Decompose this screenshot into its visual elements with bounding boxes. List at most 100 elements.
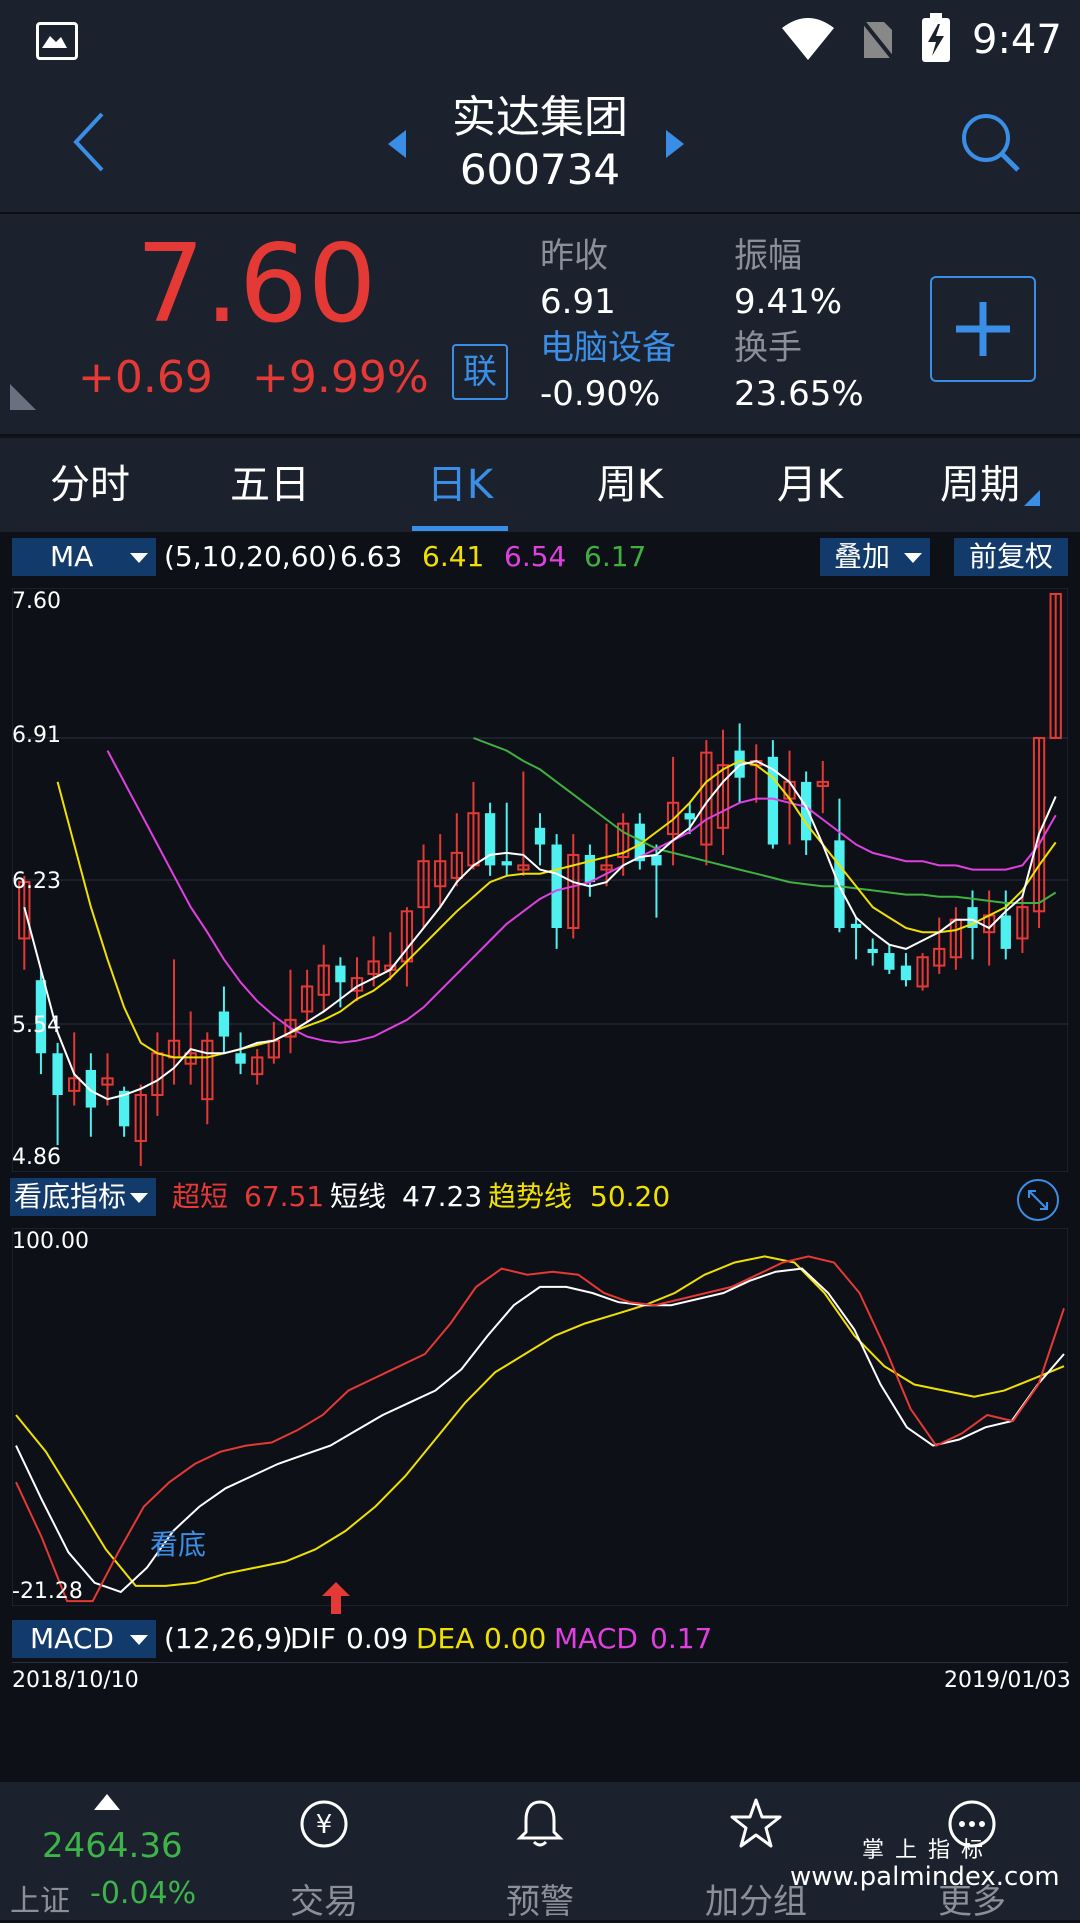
candle-body <box>884 953 895 970</box>
candle-body <box>218 1011 230 1037</box>
ma60-value: 6.17 <box>584 540 647 573</box>
back-icon[interactable] <box>70 110 110 174</box>
osc-axis-bottom: -21.28 <box>12 1579 83 1604</box>
turnover-value: 23.65% <box>734 374 864 414</box>
candle-body <box>235 1053 246 1064</box>
candle-body <box>584 854 596 883</box>
short-label: 短线 <box>330 1180 387 1213</box>
ma5-value: 6.63 <box>340 540 403 573</box>
price-change-pct: +9.99% <box>252 352 429 403</box>
prev-close-value: 6.91 <box>540 282 616 322</box>
sub-indicator-label: 看底指标 <box>14 1180 127 1213</box>
sub-indicator-selector[interactable]: 看底指标 <box>10 1178 156 1216</box>
active-tab-indicator <box>412 526 508 531</box>
candle-body <box>85 1069 97 1108</box>
gallery-notification-icon <box>36 22 78 60</box>
price-axis-l2: 6.23 <box>12 869 61 894</box>
link-badge[interactable]: 联 <box>452 344 508 400</box>
corner-expand-icon[interactable] <box>10 384 36 410</box>
candle-body <box>551 844 562 929</box>
candle-body <box>501 861 512 866</box>
ma10-value: 6.41 <box>422 540 485 573</box>
tab-intraday[interactable]: 分时 <box>30 438 150 532</box>
prev-stock-icon[interactable] <box>388 130 408 158</box>
watermark-line2: www.palmindex.com <box>790 1862 1060 1892</box>
star-icon <box>730 1798 782 1848</box>
svg-text:¥: ¥ <box>316 1810 333 1840</box>
macd-selector-label: MACD <box>30 1622 114 1655</box>
short-value: 47.23 <box>402 1180 483 1213</box>
macd-selector[interactable]: MACD <box>12 1620 156 1658</box>
tab-monthly-k[interactable]: 月K <box>750 438 870 532</box>
ma-params: (5,10,20,60) <box>164 540 338 573</box>
buy-arrow-icon <box>322 1582 350 1614</box>
yen-exchange-icon: ¥ <box>300 1800 348 1848</box>
trend-label: 趋势线 <box>488 1180 573 1213</box>
nav-add-group[interactable]: 加分组 <box>666 1782 846 1922</box>
ma-selector-label: MA <box>50 540 94 573</box>
macd-params: (12,26,9) <box>164 1622 293 1655</box>
candle-body <box>52 1053 63 1096</box>
period-dropdown-icon <box>1024 490 1040 506</box>
add-watchlist-button[interactable] <box>930 276 1036 382</box>
turnover-label: 换手 <box>734 328 802 368</box>
search-icon[interactable] <box>958 110 1022 174</box>
price-axis-top: 7.60 <box>12 589 61 614</box>
candle-body <box>1000 915 1011 949</box>
nav-trade[interactable]: ¥ 交易 <box>234 1782 414 1922</box>
dea-value: 0.00 <box>484 1622 547 1655</box>
bell-icon <box>516 1800 564 1847</box>
macd-label: MACD <box>554 1622 638 1655</box>
tab-period[interactable]: 周期 <box>920 438 1040 532</box>
dif-label: DIF <box>290 1622 336 1655</box>
price-axis-l3: 5.54 <box>12 1013 61 1038</box>
tab-weekly-k[interactable]: 周K <box>570 438 690 532</box>
trend-value: 50.20 <box>590 1180 671 1213</box>
chevron-down-icon <box>130 1193 148 1203</box>
index-change: -0.04% <box>90 1876 197 1911</box>
quote-panel: 7.60 +0.69 +9.99% 联 昨收 6.91 电脑设备 -0.90% … <box>0 214 1080 434</box>
candle-body <box>801 781 812 841</box>
battery-charging-icon <box>922 13 950 62</box>
price-change: +0.69 <box>78 352 213 403</box>
candle-body <box>867 948 878 954</box>
overlay-button[interactable]: 叠加 <box>820 538 930 576</box>
overlay-button-label: 叠加 <box>834 540 891 573</box>
candle-body <box>850 923 862 929</box>
stock-name: 实达集团 <box>452 92 628 143</box>
period-tabs: 分时 五日 日K 周K 月K 周期 <box>0 436 1080 532</box>
expand-icon[interactable] <box>1016 1178 1060 1222</box>
chevron-down-icon <box>130 1635 148 1645</box>
bottom-nav: 2464.36 上证 -0.04% ¥ 交易 预警 加分组 更多 掌 上 指 标… <box>0 1782 1080 1922</box>
tab-daily-k[interactable]: 日K <box>400 438 520 532</box>
adjust-button[interactable]: 前复权 <box>954 538 1068 576</box>
nav-alert[interactable]: 预警 <box>450 1782 630 1922</box>
candlestick-chart[interactable] <box>12 588 1068 1172</box>
ma20-line <box>106 750 1057 1044</box>
watermark-line1: 掌 上 指 标 <box>862 1838 985 1863</box>
price-axis-l1: 6.91 <box>12 723 61 748</box>
caret-up-icon <box>94 1794 120 1810</box>
macd-panel-divider <box>12 1662 1068 1663</box>
ma-selector[interactable]: MA <box>12 538 156 576</box>
wifi-icon <box>782 18 834 60</box>
next-stock-icon[interactable] <box>664 130 684 158</box>
dif-value: 0.09 <box>346 1622 409 1655</box>
stock-code: 600734 <box>459 145 621 194</box>
date-end: 2019/01/03 <box>944 1668 1071 1693</box>
tab-five-day[interactable]: 五日 <box>210 438 330 532</box>
candle-body <box>651 854 662 866</box>
stock-header: 实达集团 600734 <box>0 80 1080 214</box>
no-sim-icon <box>860 18 896 62</box>
adjust-button-label: 前复权 <box>968 540 1053 573</box>
osc-axis-top: 100.00 <box>12 1229 89 1254</box>
prev-close-label: 昨收 <box>540 236 608 276</box>
chart-area: MA (5,10,20,60) 6.63 6.41 6.54 6.17 叠加 前… <box>0 532 1080 1782</box>
sector-name[interactable]: 电脑设备 <box>540 326 676 370</box>
index-ticker[interactable]: 2464.36 上证 -0.04% <box>10 1782 196 1920</box>
sector-change: -0.90% <box>540 374 661 414</box>
candle-body <box>534 827 546 845</box>
nav-alert-label: 预警 <box>506 1882 574 1922</box>
amplitude-value: 9.41% <box>734 282 843 322</box>
candle-body <box>900 965 912 981</box>
